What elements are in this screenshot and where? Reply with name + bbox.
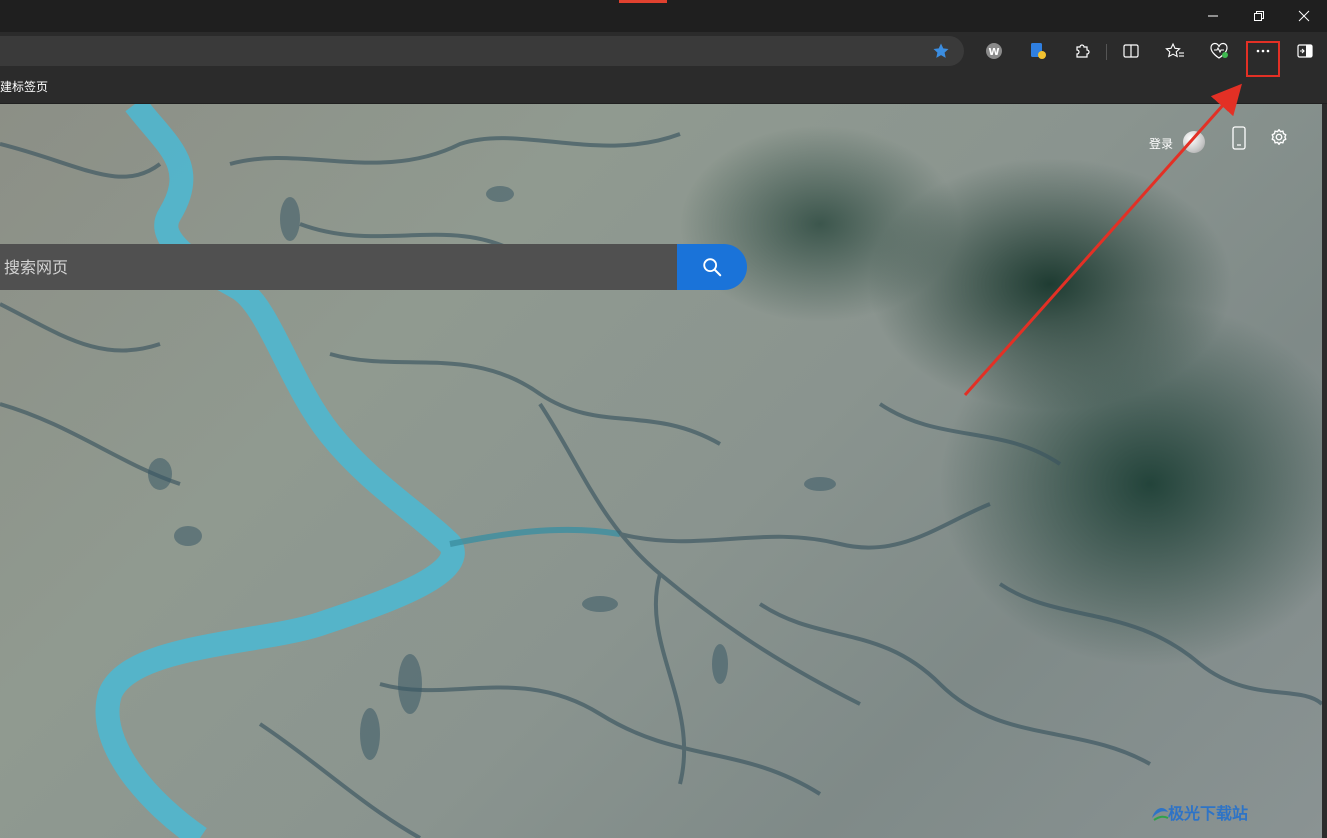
annotation-highlight-box [1246,41,1280,77]
bookmarks-bar: 建标签页 [0,70,1327,104]
svg-text:W: W [988,47,999,58]
split-screen-button[interactable] [1115,36,1147,66]
phone-icon [1232,126,1246,150]
login-link[interactable]: 登录 [1149,135,1173,152]
search-button[interactable] [677,244,747,290]
settings-button[interactable] [1266,124,1292,150]
edge-extension-button[interactable] [1022,36,1054,66]
sidebar-toggle-button[interactable] [1289,36,1321,66]
w-extension-icon: W [986,43,1002,59]
close-icon [1298,10,1310,22]
browser-toolbar: W [0,32,1327,70]
favorite-star-icon [933,43,949,58]
title-bar [0,0,1327,32]
gear-icon [1271,128,1287,146]
extensions-button[interactable] [1066,36,1098,66]
active-tab-accent [619,0,667,3]
close-button[interactable] [1281,0,1327,32]
favorites-icon [1165,42,1184,58]
toolbar-divider [1106,44,1107,60]
minimize-icon [1208,15,1218,17]
split-screen-icon [1123,44,1139,58]
sidebar-icon [1297,44,1313,58]
w-extension-button[interactable]: W [978,36,1010,66]
search-box [0,244,678,290]
extensions-icon [1076,44,1090,58]
browser-essentials-icon [1210,42,1228,59]
search-input[interactable] [0,244,678,290]
avatar[interactable] [1183,131,1205,153]
minimize-button[interactable] [1190,0,1236,32]
address-bar[interactable] [0,36,964,66]
edge-extension-icon [1031,43,1046,59]
favorites-button[interactable] [1159,36,1191,66]
phone-button[interactable] [1228,124,1250,152]
watermark-logo-icon [1152,808,1169,821]
restore-button[interactable] [1236,0,1282,32]
background-landscape-image [0,104,1322,838]
new-tab-background [0,104,1322,838]
watermark-text: 极光下载站 [1168,804,1249,823]
restore-icon [1254,11,1264,21]
browser-essentials-button[interactable] [1203,36,1235,66]
scrollbar-track[interactable] [1322,104,1327,838]
bookmark-new-tab[interactable]: 建标签页 [0,78,48,95]
add-favorite-button[interactable] [926,36,956,66]
search-icon [703,258,722,277]
